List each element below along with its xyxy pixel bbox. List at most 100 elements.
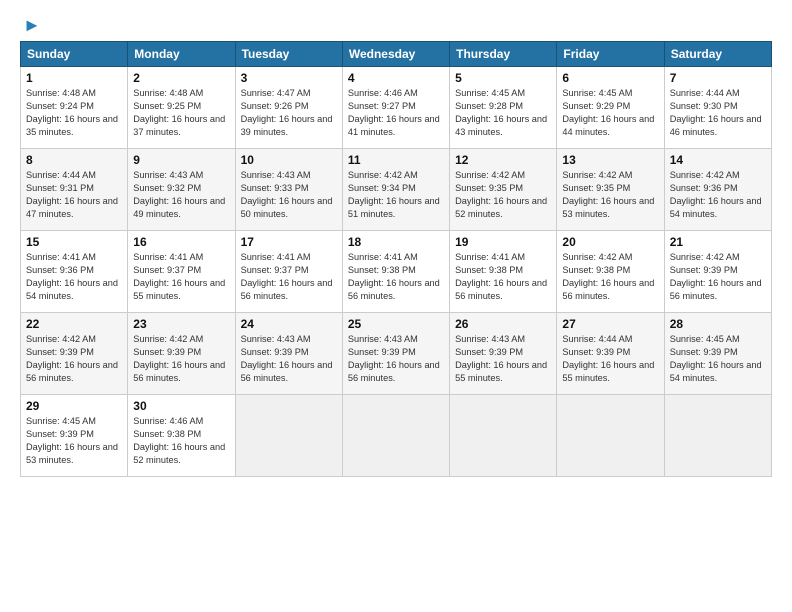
calendar-cell: 17 Sunrise: 4:41 AMSunset: 9:37 PMDayligh… xyxy=(235,231,342,313)
calendar-cell: 23 Sunrise: 4:42 AMSunset: 9:39 PMDayligh… xyxy=(128,313,235,395)
calendar-row: 22 Sunrise: 4:42 AMSunset: 9:39 PMDayligh… xyxy=(21,313,772,395)
day-number: 3 xyxy=(241,71,337,85)
logo-bird-icon: ► xyxy=(23,15,41,36)
calendar-cell: 30 Sunrise: 4:46 AMSunset: 9:38 PMDayligh… xyxy=(128,395,235,477)
day-number: 12 xyxy=(455,153,551,167)
calendar-cell: 1Sunrise: 4:48 AMSunset: 9:24 PMDaylight… xyxy=(21,67,128,149)
cell-content: Sunrise: 4:43 AMSunset: 9:32 PMDaylight:… xyxy=(133,169,229,221)
day-number: 21 xyxy=(670,235,766,249)
day-number: 10 xyxy=(241,153,337,167)
cell-content: Sunrise: 4:48 AMSunset: 9:24 PMDaylight:… xyxy=(26,87,122,139)
day-number: 25 xyxy=(348,317,444,331)
col-wednesday: Wednesday xyxy=(342,42,449,67)
calendar-cell: 13 Sunrise: 4:42 AMSunset: 9:35 PMDayligh… xyxy=(557,149,664,231)
cell-content: Sunrise: 4:42 AMSunset: 9:38 PMDaylight:… xyxy=(562,251,658,303)
day-number: 4 xyxy=(348,71,444,85)
day-number: 15 xyxy=(26,235,122,249)
cell-content: Sunrise: 4:44 AMSunset: 9:31 PMDaylight:… xyxy=(26,169,122,221)
calendar-cell xyxy=(664,395,771,477)
cell-content: Sunrise: 4:46 AMSunset: 9:27 PMDaylight:… xyxy=(348,87,444,139)
col-monday: Monday xyxy=(128,42,235,67)
cell-content: Sunrise: 4:41 AMSunset: 9:37 PMDaylight:… xyxy=(133,251,229,303)
day-number: 11 xyxy=(348,153,444,167)
cell-content: Sunrise: 4:43 AMSunset: 9:33 PMDaylight:… xyxy=(241,169,337,221)
col-friday: Friday xyxy=(557,42,664,67)
calendar-cell: 18 Sunrise: 4:41 AMSunset: 9:38 PMDayligh… xyxy=(342,231,449,313)
day-number: 30 xyxy=(133,399,229,413)
cell-content: Sunrise: 4:43 AMSunset: 9:39 PMDaylight:… xyxy=(455,333,551,385)
calendar-cell: 2 Sunrise: 4:48 AMSunset: 9:25 PMDaylight… xyxy=(128,67,235,149)
calendar-cell: 21 Sunrise: 4:42 AMSunset: 9:39 PMDayligh… xyxy=(664,231,771,313)
cell-content: Sunrise: 4:41 AMSunset: 9:38 PMDaylight:… xyxy=(348,251,444,303)
calendar-cell: 27 Sunrise: 4:44 AMSunset: 9:39 PMDayligh… xyxy=(557,313,664,395)
cell-content: Sunrise: 4:42 AMSunset: 9:35 PMDaylight:… xyxy=(455,169,551,221)
calendar-cell: 4 Sunrise: 4:46 AMSunset: 9:27 PMDaylight… xyxy=(342,67,449,149)
calendar-page: ► Sunday Monday Tuesday Wednesday Thursd… xyxy=(0,0,792,612)
calendar-cell: 25 Sunrise: 4:43 AMSunset: 9:39 PMDayligh… xyxy=(342,313,449,395)
day-number: 23 xyxy=(133,317,229,331)
col-tuesday: Tuesday xyxy=(235,42,342,67)
cell-content: Sunrise: 4:46 AMSunset: 9:38 PMDaylight:… xyxy=(133,415,229,467)
calendar-cell: 3 Sunrise: 4:47 AMSunset: 9:26 PMDaylight… xyxy=(235,67,342,149)
calendar-row: 29 Sunrise: 4:45 AMSunset: 9:39 PMDayligh… xyxy=(21,395,772,477)
calendar-row: 8Sunrise: 4:44 AMSunset: 9:31 PMDaylight… xyxy=(21,149,772,231)
calendar-cell: 9 Sunrise: 4:43 AMSunset: 9:32 PMDaylight… xyxy=(128,149,235,231)
day-number: 20 xyxy=(562,235,658,249)
cell-content: Sunrise: 4:48 AMSunset: 9:25 PMDaylight:… xyxy=(133,87,229,139)
cell-content: Sunrise: 4:41 AMSunset: 9:37 PMDaylight:… xyxy=(241,251,337,303)
calendar-cell: 12 Sunrise: 4:42 AMSunset: 9:35 PMDayligh… xyxy=(450,149,557,231)
calendar-cell: 20 Sunrise: 4:42 AMSunset: 9:38 PMDayligh… xyxy=(557,231,664,313)
cell-content: Sunrise: 4:44 AMSunset: 9:39 PMDaylight:… xyxy=(562,333,658,385)
day-number: 14 xyxy=(670,153,766,167)
cell-content: Sunrise: 4:42 AMSunset: 9:39 PMDaylight:… xyxy=(133,333,229,385)
calendar-cell: 15 Sunrise: 4:41 AMSunset: 9:36 PMDayligh… xyxy=(21,231,128,313)
day-number: 13 xyxy=(562,153,658,167)
cell-content: Sunrise: 4:43 AMSunset: 9:39 PMDaylight:… xyxy=(241,333,337,385)
cell-content: Sunrise: 4:41 AMSunset: 9:36 PMDaylight:… xyxy=(26,251,122,303)
logo: ► xyxy=(20,15,41,33)
day-number: 22 xyxy=(26,317,122,331)
calendar-cell: 28Sunrise: 4:45 AMSunset: 9:39 PMDayligh… xyxy=(664,313,771,395)
cell-content: Sunrise: 4:47 AMSunset: 9:26 PMDaylight:… xyxy=(241,87,337,139)
day-number: 26 xyxy=(455,317,551,331)
cell-content: Sunrise: 4:42 AMSunset: 9:39 PMDaylight:… xyxy=(26,333,122,385)
cell-content: Sunrise: 4:42 AMSunset: 9:34 PMDaylight:… xyxy=(348,169,444,221)
day-number: 19 xyxy=(455,235,551,249)
cell-content: Sunrise: 4:42 AMSunset: 9:35 PMDaylight:… xyxy=(562,169,658,221)
day-number: 29 xyxy=(26,399,122,413)
calendar-cell: 22 Sunrise: 4:42 AMSunset: 9:39 PMDayligh… xyxy=(21,313,128,395)
day-number: 17 xyxy=(241,235,337,249)
cell-content: Sunrise: 4:42 AMSunset: 9:39 PMDaylight:… xyxy=(670,251,766,303)
calendar-table: Sunday Monday Tuesday Wednesday Thursday… xyxy=(20,41,772,477)
calendar-cell: 5 Sunrise: 4:45 AMSunset: 9:28 PMDaylight… xyxy=(450,67,557,149)
day-number: 18 xyxy=(348,235,444,249)
calendar-cell: 19 Sunrise: 4:41 AMSunset: 9:38 PMDayligh… xyxy=(450,231,557,313)
day-number: 6 xyxy=(562,71,658,85)
calendar-cell: 16 Sunrise: 4:41 AMSunset: 9:37 PMDayligh… xyxy=(128,231,235,313)
calendar-cell: 6Sunrise: 4:45 AMSunset: 9:29 PMDaylight… xyxy=(557,67,664,149)
cell-content: Sunrise: 4:44 AMSunset: 9:30 PMDaylight:… xyxy=(670,87,766,139)
calendar-cell: 29 Sunrise: 4:45 AMSunset: 9:39 PMDayligh… xyxy=(21,395,128,477)
page-header: ► xyxy=(20,15,772,33)
calendar-cell xyxy=(342,395,449,477)
calendar-cell xyxy=(235,395,342,477)
cell-content: Sunrise: 4:45 AMSunset: 9:28 PMDaylight:… xyxy=(455,87,551,139)
day-number: 16 xyxy=(133,235,229,249)
calendar-cell xyxy=(450,395,557,477)
cell-content: Sunrise: 4:43 AMSunset: 9:39 PMDaylight:… xyxy=(348,333,444,385)
col-thursday: Thursday xyxy=(450,42,557,67)
cell-content: Sunrise: 4:41 AMSunset: 9:38 PMDaylight:… xyxy=(455,251,551,303)
calendar-cell: 10 Sunrise: 4:43 AMSunset: 9:33 PMDayligh… xyxy=(235,149,342,231)
cell-content: Sunrise: 4:45 AMSunset: 9:39 PMDaylight:… xyxy=(26,415,122,467)
col-sunday: Sunday xyxy=(21,42,128,67)
calendar-row: 15 Sunrise: 4:41 AMSunset: 9:36 PMDayligh… xyxy=(21,231,772,313)
calendar-cell: 11 Sunrise: 4:42 AMSunset: 9:34 PMDayligh… xyxy=(342,149,449,231)
day-number: 24 xyxy=(241,317,337,331)
calendar-cell: 8Sunrise: 4:44 AMSunset: 9:31 PMDaylight… xyxy=(21,149,128,231)
calendar-cell xyxy=(557,395,664,477)
day-number: 27 xyxy=(562,317,658,331)
day-number: 9 xyxy=(133,153,229,167)
day-number: 2 xyxy=(133,71,229,85)
day-number: 5 xyxy=(455,71,551,85)
col-saturday: Saturday xyxy=(664,42,771,67)
